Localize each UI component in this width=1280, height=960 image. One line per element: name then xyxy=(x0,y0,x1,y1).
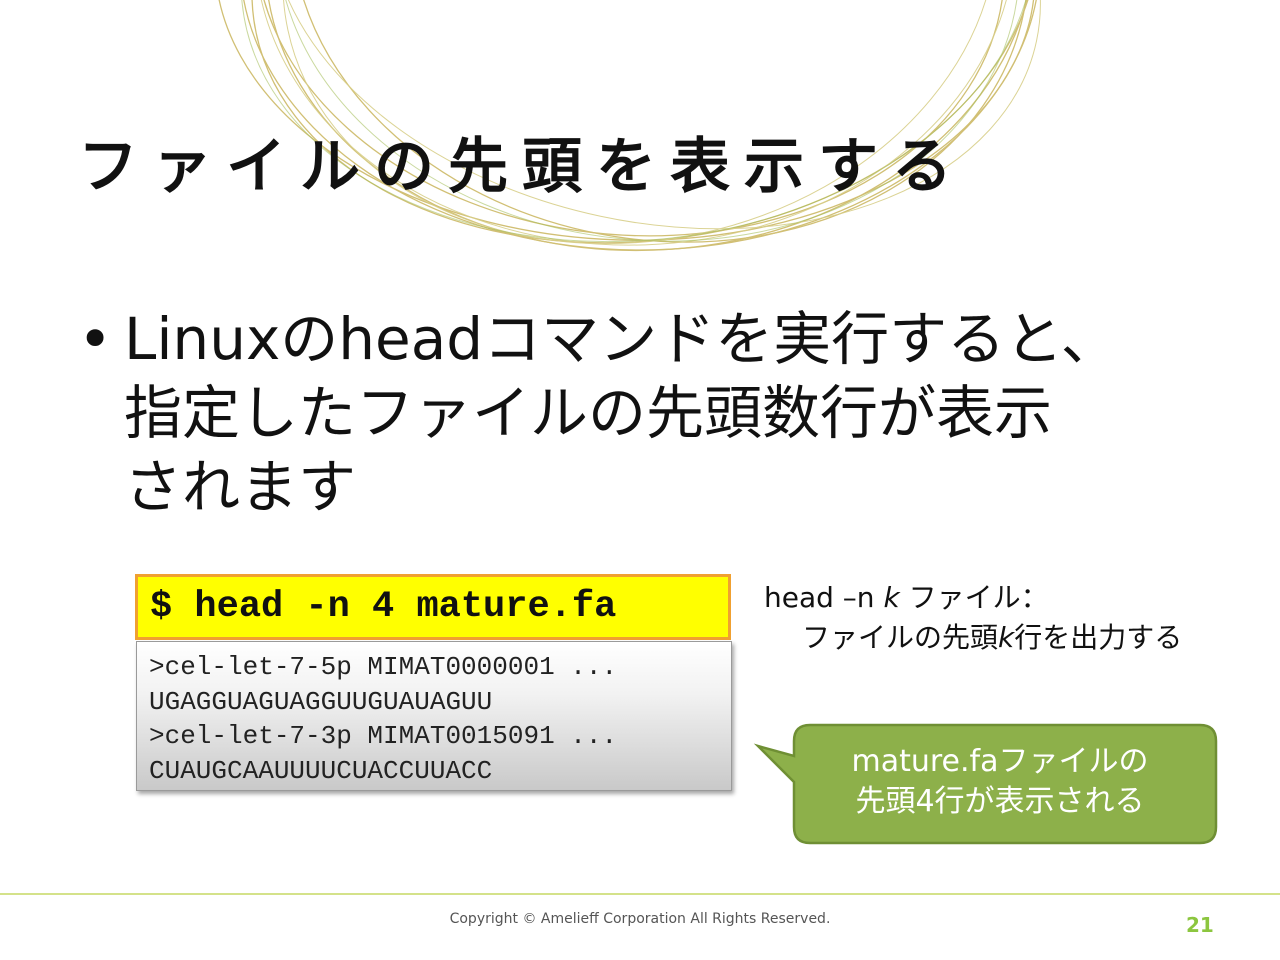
usage-suffix: ファイル： xyxy=(899,581,1049,614)
usage-line2-k: k xyxy=(998,621,1015,654)
bullet-line: 指定したファイルの先頭数行が表示 xyxy=(124,379,1053,447)
usage-explanation: ファイルの先頭k行を出力する xyxy=(764,618,1182,658)
bullet-line: されます xyxy=(124,453,357,521)
callout-text: mature.faファイルの 先頭4行が表示される xyxy=(785,742,1215,822)
slide: ファイルの先頭を表示する • Linuxのheadコマンドを実行すると、 指定し… xyxy=(0,0,1280,960)
bullet-text: Linuxのheadコマンドを実行すると、 指定したファイルの先頭数行が表示 さ… xyxy=(124,302,1194,524)
callout-line: mature.faファイルの xyxy=(851,744,1149,779)
output-line: >cel-let-7-5p MIMAT0000001 ... xyxy=(149,652,618,682)
usage-prefix: head –n xyxy=(764,581,884,614)
usage-line2-suffix: 行を出力する xyxy=(1014,621,1183,654)
usage-line2-prefix: ファイルの先頭 xyxy=(802,621,999,654)
command-output-box: >cel-let-7-5p MIMAT0000001 ... UGAGGUAGU… xyxy=(136,641,732,791)
usage-syntax: head –n k ファイル： xyxy=(764,578,1182,618)
copyright-notice: Copyright © Amelieff Corporation All Rig… xyxy=(449,911,831,927)
bullet-marker: • xyxy=(78,305,113,373)
page-number: 21 xyxy=(1186,913,1214,937)
usage-k: k xyxy=(883,581,900,614)
slide-title: ファイルの先頭を表示する xyxy=(78,132,966,202)
command-box: $ head -n 4 mature.fa xyxy=(135,574,731,640)
output-line: UGAGGUAGUAGGUUGUAUAGUU xyxy=(149,686,493,717)
output-line: >cel-let-7-3p MIMAT0015091 ... xyxy=(149,721,618,751)
callout-line: 先頭4行が表示される xyxy=(855,784,1145,819)
footer-divider xyxy=(0,893,1280,895)
usage-description: head –n k ファイル： ファイルの先頭k行を出力する xyxy=(764,578,1182,658)
bullet-line: Linuxのheadコマンドを実行すると、 xyxy=(124,305,1119,373)
output-line: CUAUGCAAUUUUCUACCUUACC xyxy=(149,755,493,786)
